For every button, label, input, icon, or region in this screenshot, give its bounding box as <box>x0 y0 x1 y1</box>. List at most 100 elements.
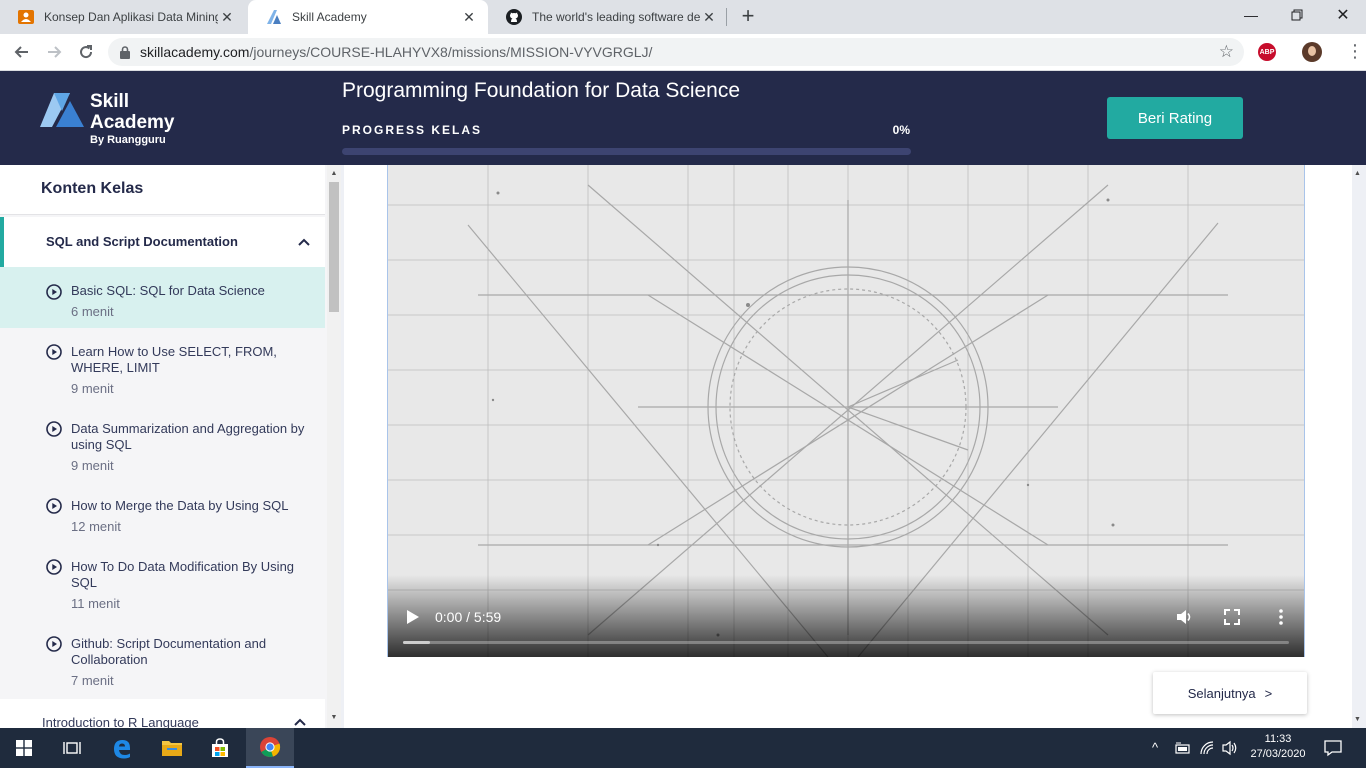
lesson-duration: 11 menit <box>71 596 120 611</box>
tab-close-icon[interactable]: ✕ <box>460 9 478 26</box>
skill-academy-logo[interactable]: Skill Academy By Ruangguru <box>40 91 175 146</box>
minimize-window-button[interactable]: — <box>1228 0 1274 30</box>
section-title: Introduction to R Language <box>42 715 199 728</box>
play-icon[interactable] <box>406 609 420 625</box>
lesson-item[interactable]: Github: Script Documentation and Collabo… <box>0 620 325 697</box>
clock-date: 27/03/2020 <box>1250 748 1306 760</box>
play-circle-icon <box>46 284 62 300</box>
task-view-button[interactable] <box>48 728 96 768</box>
course-content-sidebar: Konten Kelas SQL and Script Documentatio… <box>0 165 327 728</box>
back-button[interactable] <box>10 40 34 64</box>
tab-close-icon[interactable]: ✕ <box>700 9 718 26</box>
more-options-icon[interactable] <box>1272 608 1290 626</box>
reload-button[interactable] <box>74 40 98 64</box>
task-view-icon <box>63 742 81 754</box>
show-hidden-icons-chevron-icon[interactable]: ^ <box>1152 740 1158 755</box>
lesson-item[interactable]: Basic SQL: SQL for Data Science 6 menit <box>0 267 325 328</box>
video-seek-bar[interactable] <box>403 641 1289 644</box>
lesson-item[interactable]: How To Do Data Modification By Using SQL… <box>0 543 325 620</box>
section-title: SQL and Script Documentation <box>46 234 238 249</box>
sidebar-scrollbar-thumb[interactable] <box>329 182 339 312</box>
folder-icon <box>162 741 182 756</box>
logo-tagline: By Ruangguru <box>90 134 166 146</box>
browser-tab-skill-academy[interactable]: Skill Academy ✕ <box>248 0 488 34</box>
tab-title: Konsep Dan Aplikasi Data Mining <box>44 10 218 24</box>
fullscreen-icon[interactable] <box>1223 608 1241 626</box>
sidebar-heading: Konten Kelas <box>41 180 144 197</box>
taskbar-file-explorer[interactable] <box>148 728 196 768</box>
system-clock[interactable]: 11:33 27/03/2020 <box>1248 732 1308 762</box>
lesson-item[interactable]: Data Summarization and Aggregation by us… <box>0 405 325 482</box>
scroll-down-arrow-icon[interactable]: ▼ <box>329 714 339 721</box>
page-scroll-down-arrow-icon[interactable]: ▼ <box>1354 716 1361 723</box>
reload-icon <box>80 45 93 59</box>
play-circle-icon <box>46 636 62 652</box>
lesson-title: Github: Script Documentation and Collabo… <box>71 636 267 667</box>
chevron-up-icon[interactable] <box>293 715 307 728</box>
action-center-icon[interactable] <box>1324 739 1342 757</box>
lesson-title: Learn How to Use SELECT, FROM, WHERE, LI… <box>71 344 277 375</box>
page-scroll-up-arrow-icon[interactable]: ▲ <box>1354 170 1361 177</box>
wifi-icon[interactable] <box>1200 741 1216 755</box>
store-bag-icon <box>212 738 228 757</box>
close-window-button[interactable]: ✕ <box>1320 0 1366 30</box>
taskbar-edge[interactable] <box>98 728 146 768</box>
battery-icon[interactable] <box>1175 741 1191 755</box>
start-button[interactable] <box>0 728 48 768</box>
chevron-up-icon[interactable] <box>297 235 311 249</box>
course-title: Programming Foundation for Data Science <box>342 79 741 102</box>
tab-title: The world's leading software dev <box>532 10 700 24</box>
tab-separator <box>726 8 727 26</box>
new-tab-button[interactable]: + <box>736 5 760 29</box>
lesson-title: Basic SQL: SQL for Data Science <box>71 283 265 298</box>
lesson-duration: 7 menit <box>71 673 114 688</box>
video-buffered-bar <box>403 641 430 644</box>
restore-window-button[interactable] <box>1274 0 1320 30</box>
app-header: Skill Academy By Ruangguru Programming F… <box>0 71 1366 165</box>
skill-academy-favicon-icon <box>267 10 281 24</box>
speaker-icon[interactable] <box>1222 740 1238 756</box>
windows-logo-icon <box>16 740 32 756</box>
video-controls-gradient <box>388 575 1304 657</box>
skill-academy-logo-icon <box>40 93 84 127</box>
browser-toolbar: skillacademy.com/journeys/COURSE-HLAHYVX… <box>0 34 1366 71</box>
lesson-item[interactable]: Learn How to Use SELECT, FROM, WHERE, LI… <box>0 328 325 405</box>
lesson-title: Data Summarization and Aggregation by us… <box>71 421 305 452</box>
tab-close-icon[interactable]: ✕ <box>218 9 236 26</box>
forward-button[interactable] <box>42 40 66 64</box>
browser-tab-github[interactable]: The world's leading software dev ✕ <box>488 0 728 34</box>
section-introduction-to-r[interactable]: Introduction to R Language <box>0 699 325 728</box>
chrome-icon <box>260 737 281 757</box>
lesson-item[interactable]: How to Merge the Data by Using SQL 12 me… <box>0 482 325 543</box>
taskbar-chrome[interactable] <box>246 728 294 768</box>
rating-button[interactable]: Beri Rating <box>1107 97 1243 139</box>
progress-value: 0% <box>892 123 910 137</box>
lesson-title: How to Merge the Data by Using SQL <box>71 498 289 513</box>
address-bar[interactable]: skillacademy.com/journeys/COURSE-HLAHYVX… <box>108 38 1244 66</box>
lesson-title: How To Do Data Modification By Using SQL <box>71 559 295 590</box>
section-sql-script-documentation[interactable]: SQL and Script Documentation <box>0 217 325 267</box>
url-host: skillacademy.com <box>140 44 250 60</box>
restore-icon <box>1291 9 1303 21</box>
lesson-duration: 12 menit <box>71 519 121 534</box>
logo-text: Skill Academy By Ruangguru <box>90 91 175 146</box>
play-circle-icon <box>46 559 62 575</box>
windows-taskbar: ^ 11:33 27/03/2020 <box>0 728 1366 768</box>
scroll-up-arrow-icon[interactable]: ▲ <box>329 170 339 177</box>
video-player[interactable]: 0:00 / 5:59 <box>387 165 1305 657</box>
taskbar-store[interactable] <box>196 728 244 768</box>
url-path: /journeys/COURSE-HLAHYVX8/missions/MISSI… <box>249 44 653 60</box>
volume-icon[interactable] <box>1175 608 1193 626</box>
forward-arrow-icon <box>48 46 62 58</box>
profile-avatar[interactable] <box>1302 42 1322 62</box>
adblock-plus-icon[interactable]: ABP <box>1258 43 1276 61</box>
progress-bar <box>342 148 911 155</box>
tab-favicon-icon <box>18 10 34 24</box>
github-favicon-icon <box>506 9 522 25</box>
address-url: skillacademy.com/journeys/COURSE-HLAHYVX… <box>140 44 652 60</box>
next-lesson-button[interactable]: Selanjutnya > <box>1153 672 1307 714</box>
bookmark-star-icon[interactable]: ☆ <box>1219 42 1234 62</box>
back-arrow-icon <box>14 46 28 58</box>
browser-menu-icon[interactable]: ⋮ <box>1346 42 1364 60</box>
browser-tab-data-mining[interactable]: Konsep Dan Aplikasi Data Mining ✕ <box>0 0 246 34</box>
